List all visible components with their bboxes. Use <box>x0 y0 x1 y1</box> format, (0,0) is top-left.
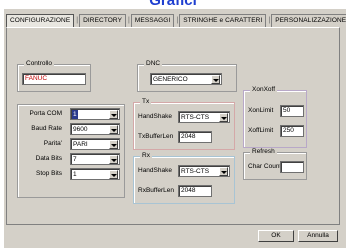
baud-rate-value: 9600 <box>73 126 88 133</box>
tab-directory[interactable]: DIRECTORY <box>79 14 127 27</box>
chevron-down-icon[interactable] <box>219 113 228 122</box>
rx-group-title: Rx <box>140 152 152 159</box>
xonxoff-group-title: XonXoff <box>250 86 278 93</box>
serial-group: Porta COM 1 Baud Rate 9600 Parita' PARI … <box>17 104 125 198</box>
tab-messaggi[interactable]: MESSAGGI <box>130 14 175 27</box>
controllo-group-title: Controllo <box>24 60 55 67</box>
chevron-down-icon[interactable] <box>109 140 118 149</box>
tx-group: Tx HandShake RTS-CTS TxBufferLen 2048 <box>133 98 235 150</box>
baud-rate-select[interactable]: 9600 <box>70 123 120 135</box>
porta-com-select[interactable]: 1 <box>70 108 120 120</box>
chevron-down-icon[interactable] <box>109 110 118 119</box>
dnc-group: DNC GENERICO <box>137 60 237 92</box>
dnc-select[interactable]: GENERICO <box>150 73 222 85</box>
tx-handshake-value: RTS-CTS <box>181 114 210 121</box>
xon-limit-field[interactable]: 50 <box>280 105 304 117</box>
parita-select[interactable]: PARI <box>70 138 120 150</box>
porta-com-label: Porta COM <box>29 110 62 117</box>
tab-personalizzazione[interactable]: PERSONALIZZAZIONE <box>271 14 346 27</box>
title-strip: Grafici <box>0 0 346 9</box>
ok-button[interactable]: OK <box>258 230 294 242</box>
dnc-select-value: GENERICO <box>153 76 188 83</box>
annulla-button[interactable]: Annulla <box>298 230 338 242</box>
rx-handshake-select[interactable]: RTS-CTS <box>178 165 230 177</box>
parita-label: Parita' <box>43 140 62 147</box>
tx-group-title: Tx <box>140 98 152 105</box>
rx-handshake-value: RTS-CTS <box>181 168 210 175</box>
tab-bar: CONFIGURAZIONE | DIRECTORY | MESSAGGI | … <box>6 14 346 28</box>
tx-buffer-label: TxBufferLen <box>138 133 174 140</box>
dnc-group-title: DNC <box>144 60 163 67</box>
chevron-down-icon[interactable] <box>109 125 118 134</box>
parita-value: PARI <box>73 141 88 148</box>
tx-buffer-field[interactable]: 2048 <box>178 131 212 143</box>
stop-bits-select[interactable]: 1 <box>70 168 120 180</box>
char-count-field[interactable] <box>280 161 304 173</box>
char-count-label: Char Count <box>248 163 282 170</box>
rx-buffer-label: RxBufferLen <box>138 187 175 194</box>
chevron-down-icon[interactable] <box>109 155 118 164</box>
tab-configurazione[interactable]: CONFIGURAZIONE <box>6 14 75 28</box>
xon-limit-label: XonLimit <box>248 107 274 114</box>
porta-com-value: 1 <box>72 110 78 119</box>
controllo-field[interactable]: FANUC <box>22 73 86 85</box>
chevron-down-icon[interactable] <box>211 75 220 84</box>
rx-group: Rx HandShake RTS-CTS RxBufferLen 2048 <box>133 152 235 204</box>
stop-bits-value: 1 <box>73 171 77 178</box>
tx-handshake-label: HandShake <box>138 113 172 120</box>
xoff-limit-field[interactable]: 250 <box>280 125 304 137</box>
xoff-limit-label: XoffLimit <box>248 127 274 134</box>
stop-bits-label: Stop Bits <box>35 170 62 177</box>
page-title: Grafici <box>149 0 197 9</box>
chevron-down-icon[interactable] <box>219 167 228 176</box>
baud-rate-label: Baud Rate <box>31 125 62 132</box>
data-bits-select[interactable]: 7 <box>70 153 120 165</box>
chevron-down-icon[interactable] <box>109 170 118 179</box>
rx-buffer-field[interactable]: 2048 <box>178 185 212 197</box>
controllo-group: Controllo FANUC <box>17 60 91 92</box>
tx-handshake-select[interactable]: RTS-CTS <box>178 111 230 123</box>
tab-stringhe[interactable]: STRINGHE e CARATTERI <box>179 14 267 27</box>
xonxoff-group: XonXoff XonLimit 50 XoffLimit 250 <box>243 86 307 148</box>
data-bits-label: Data Bits <box>35 155 62 162</box>
data-bits-value: 7 <box>73 156 77 163</box>
rx-handshake-label: HandShake <box>138 167 172 174</box>
refresh-group-title: Refresh <box>250 148 277 155</box>
refresh-group: Refresh Char Count <box>243 148 307 180</box>
configurazione-panel: Controllo FANUC DNC GENERICO Porta COM 1… <box>6 27 340 225</box>
